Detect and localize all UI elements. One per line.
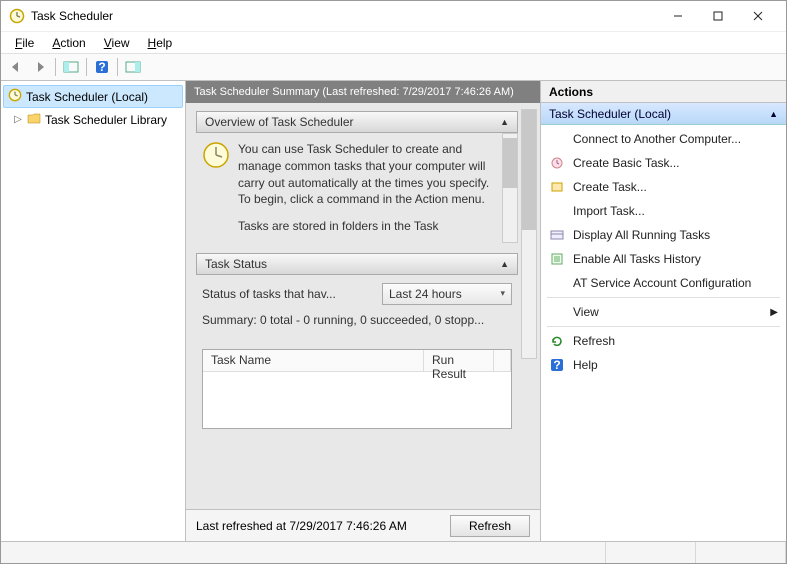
collapse-icon: ▲ (769, 109, 778, 119)
refresh-icon (549, 333, 565, 349)
task-status-title: Task Status (205, 257, 267, 271)
dropdown-value: Last 24 hours (389, 287, 462, 301)
action-at-config[interactable]: AT Service Account Configuration (541, 271, 786, 295)
collapse-icon: ▲ (500, 117, 509, 127)
overview-header[interactable]: Overview of Task Scheduler ▲ (196, 111, 518, 133)
blank-icon (549, 275, 565, 291)
overview-title: Overview of Task Scheduler (205, 115, 354, 129)
center-header: Task Scheduler Summary (Last refreshed: … (186, 81, 540, 103)
action-create-task[interactable]: Create Task... (541, 175, 786, 199)
window-title: Task Scheduler (31, 9, 658, 23)
overview-text-block: You can use Task Scheduler to create and… (238, 141, 500, 235)
action-help[interactable]: ? Help (541, 353, 786, 377)
minimize-button[interactable] (658, 4, 698, 28)
tree-library-label: Task Scheduler Library (45, 113, 167, 127)
title-bar: Task Scheduler (1, 1, 786, 31)
toolbar-separator (86, 58, 87, 76)
action-connect-computer[interactable]: Connect to Another Computer... (541, 127, 786, 151)
toolbar-separator (55, 58, 56, 76)
clock-icon (202, 141, 230, 169)
time-range-dropdown[interactable]: Last 24 hours ▾ (382, 283, 512, 305)
chevron-down-icon: ▾ (500, 288, 505, 299)
action-display-running[interactable]: Display All Running Tasks (541, 223, 786, 247)
collapse-icon: ▲ (500, 259, 509, 269)
blank-icon (549, 131, 565, 147)
action-refresh[interactable]: Refresh (541, 329, 786, 353)
chevron-right-icon: ▶ (770, 307, 778, 318)
blank-icon (549, 304, 565, 320)
actions-panel: Actions Task Scheduler (Local) ▲ Connect… (541, 81, 786, 541)
toolbar: ? (1, 53, 786, 81)
show-hide-action-button[interactable] (122, 56, 144, 78)
action-create-basic-task[interactable]: Create Basic Task... (541, 151, 786, 175)
blank-icon (549, 203, 565, 219)
status-cell (696, 542, 786, 563)
toolbar-separator (117, 58, 118, 76)
separator (547, 297, 780, 298)
menu-bar: File Action View Help (1, 31, 786, 53)
actions-group-label: Task Scheduler (Local) (549, 107, 671, 121)
actions-list: Connect to Another Computer... Create Ba… (541, 125, 786, 379)
task-table: Task Name Run Result (202, 349, 512, 429)
svg-text:?: ? (98, 60, 105, 74)
clock-icon (8, 88, 22, 105)
refresh-button[interactable]: Refresh (450, 515, 530, 537)
column-task-name[interactable]: Task Name (203, 350, 424, 371)
tree-item-library[interactable]: ▷ Task Scheduler Library (3, 110, 183, 129)
history-icon (549, 251, 565, 267)
task-status-section: Task Status ▲ Status of tasks that hav..… (196, 253, 518, 437)
status-cell (1, 542, 606, 563)
center-body: Overview of Task Scheduler ▲ You can use… (186, 103, 540, 509)
action-view[interactable]: View ▶ (541, 300, 786, 324)
column-run-result[interactable]: Run Result (424, 350, 494, 371)
column-more[interactable] (494, 350, 511, 371)
help-button[interactable]: ? (91, 56, 113, 78)
action-enable-history[interactable]: Enable All Tasks History (541, 247, 786, 271)
overview-section: Overview of Task Scheduler ▲ You can use… (196, 111, 518, 243)
close-button[interactable] (738, 4, 778, 28)
center-scrollbar[interactable] (521, 109, 537, 359)
actions-group-header[interactable]: Task Scheduler (Local) ▲ (541, 103, 786, 125)
center-footer: Last refreshed at 7/29/2017 7:46:26 AM R… (186, 509, 540, 541)
status-cell (606, 542, 696, 563)
overview-scrollbar[interactable] (502, 133, 518, 243)
actions-header: Actions (541, 81, 786, 103)
task-status-header[interactable]: Task Status ▲ (196, 253, 518, 275)
tree-panel: Task Scheduler (Local) ▷ Task Scheduler … (1, 81, 186, 541)
task-status-body: Status of tasks that hav... Last 24 hour… (196, 275, 518, 437)
back-button[interactable] (5, 56, 27, 78)
overview-text: You can use Task Scheduler to create and… (238, 141, 500, 208)
create-basic-icon (549, 155, 565, 171)
status-bar (1, 541, 786, 563)
tree-root-label: Task Scheduler (Local) (26, 90, 148, 104)
menu-action[interactable]: Action (44, 34, 93, 52)
folder-icon (27, 112, 41, 127)
last-refreshed-label: Last refreshed at 7/29/2017 7:46:26 AM (196, 519, 407, 533)
menu-file[interactable]: File (7, 34, 42, 52)
forward-button[interactable] (29, 56, 51, 78)
status-label: Status of tasks that hav... (202, 287, 374, 301)
overview-body: You can use Task Scheduler to create and… (196, 133, 518, 243)
separator (547, 326, 780, 327)
tree-root-task-scheduler-local[interactable]: Task Scheduler (Local) (3, 85, 183, 108)
maximize-button[interactable] (698, 4, 738, 28)
app-icon (9, 8, 25, 24)
center-panel: Task Scheduler Summary (Last refreshed: … (186, 81, 541, 541)
expand-icon[interactable]: ▷ (13, 115, 23, 125)
menu-view[interactable]: View (96, 34, 138, 52)
action-import-task[interactable]: Import Task... (541, 199, 786, 223)
svg-text:?: ? (553, 358, 560, 372)
summary-line: Summary: 0 total - 0 running, 0 succeede… (202, 313, 512, 327)
overview-text-more: Tasks are stored in folders in the Task (238, 218, 500, 235)
create-task-icon (549, 179, 565, 195)
menu-help[interactable]: Help (140, 34, 181, 52)
help-icon: ? (549, 357, 565, 373)
running-tasks-icon (549, 227, 565, 243)
main-content: Task Scheduler (Local) ▷ Task Scheduler … (1, 81, 786, 541)
show-hide-tree-button[interactable] (60, 56, 82, 78)
